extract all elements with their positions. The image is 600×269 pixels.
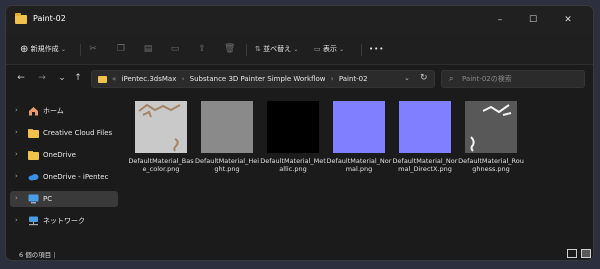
cloud-icon xyxy=(28,174,39,181)
sidebar-item-home[interactable]: › ホーム xyxy=(10,103,118,119)
sidebar-item-label: OneDrive - iPentec xyxy=(43,173,109,181)
sort-icon: ⇅ xyxy=(255,45,261,53)
toolbar-divider xyxy=(80,44,81,56)
file-name: DefaultMaterial_Normal.png xyxy=(326,157,392,173)
network-icon xyxy=(29,216,38,226)
sidebar-item-onedrive[interactable]: › OneDrive xyxy=(10,147,118,163)
sort-button-label: 並べ替え xyxy=(263,45,292,53)
command-bar: ⊕ 新規作成 ⌄ ✂ ❐ ▤ ▭ ⇪ 🗑 ⇅ 並べ替え ⌄ ▭ 表示 ⌄ ••• xyxy=(6,35,593,65)
search-input[interactable] xyxy=(462,73,580,85)
address-row: ← → ⌄ ↑ « iPentec.3dsMax › Substance 3D … xyxy=(6,66,593,92)
chevron-right-icon[interactable]: › xyxy=(15,150,18,158)
details-view-button[interactable] xyxy=(567,249,577,258)
new-button[interactable]: ⊕ 新規作成 ⌄ xyxy=(20,43,66,56)
sort-button[interactable]: ⇅ 並べ替え ⌄ xyxy=(255,43,298,56)
chevron-right-icon[interactable]: › xyxy=(15,172,18,180)
share-icon[interactable]: ⇪ xyxy=(197,44,207,54)
new-button-label: 新規作成 xyxy=(30,45,59,53)
minimize-button[interactable]: – xyxy=(493,13,507,27)
breadcrumb-item[interactable]: Paint-02 xyxy=(339,75,368,83)
chevron-down-icon: ⌄ xyxy=(293,46,299,53)
normal-directx-thumbnail xyxy=(399,101,451,153)
maximize-button[interactable]: ☐ xyxy=(526,13,540,27)
sidebar-item-pc[interactable]: › PC xyxy=(10,191,118,207)
refresh-button[interactable]: ↻ xyxy=(420,73,428,83)
file-name: DefaultMaterial_Normal_DirectX.png xyxy=(392,157,458,173)
roughness-thumbnail xyxy=(465,101,517,153)
explorer-window: Paint-02 – ☐ ✕ ⊕ 新規作成 ⌄ ✂ ❐ ▤ ▭ ⇪ 🗑 ⇅ 並べ… xyxy=(5,5,594,261)
more-button[interactable]: ••• xyxy=(369,43,384,55)
file-name: DefaultMaterial_Roughness.png xyxy=(458,157,524,173)
navigation-pane: › ホーム › Creative Cloud Files › OneDrive … xyxy=(6,93,122,243)
height-thumbnail xyxy=(201,101,253,153)
sidebar-item-creative-cloud-files[interactable]: › Creative Cloud Files xyxy=(10,125,118,141)
base-color-thumbnail xyxy=(135,101,187,153)
folder-icon xyxy=(28,151,39,160)
view-icon: ▭ xyxy=(314,45,321,53)
up-button[interactable]: ↑ xyxy=(72,72,84,84)
chevron-right-icon: › xyxy=(330,75,334,83)
sidebar-item-label: ネットワーク xyxy=(43,217,85,225)
paste-icon[interactable]: ▤ xyxy=(143,44,153,54)
overflow-chevron-icon[interactable]: « xyxy=(112,75,116,83)
copy-icon[interactable]: ❐ xyxy=(116,44,126,54)
chevron-right-icon[interactable]: › xyxy=(15,194,18,202)
rename-icon[interactable]: ▭ xyxy=(170,44,180,54)
breadcrumb-item[interactable]: Substance 3D Painter Simple Workflow xyxy=(190,75,326,83)
breadcrumb-item[interactable]: iPentec.3dsMax xyxy=(122,75,177,83)
file-name: DefaultMaterial_Metallic.png xyxy=(260,157,326,173)
plus-circle-icon: ⊕ xyxy=(20,44,29,55)
title-bar: Paint-02 – ☐ ✕ xyxy=(6,6,593,35)
breadcrumb: « iPentec.3dsMax › Substance 3D Painter … xyxy=(112,74,371,85)
delete-icon[interactable]: 🗑 xyxy=(224,44,235,54)
sidebar-item-label: PC xyxy=(43,195,53,203)
cut-icon[interactable]: ✂ xyxy=(88,44,98,54)
toolbar-divider xyxy=(246,44,247,56)
sidebar-item-label: OneDrive xyxy=(43,151,76,159)
view-button-label: 表示 xyxy=(322,45,337,53)
address-dropdown-button[interactable]: ⌄ xyxy=(404,74,410,82)
window-title: Paint-02 xyxy=(33,14,66,23)
large-icons-view-button[interactable] xyxy=(581,249,591,258)
folder-icon xyxy=(98,76,107,83)
recent-dropdown-button[interactable]: ⌄ xyxy=(56,72,68,84)
chevron-right-icon: › xyxy=(181,75,185,83)
chevron-right-icon[interactable]: › xyxy=(15,106,18,114)
sidebar-item-onedrive-ipentec[interactable]: › OneDrive - iPentec xyxy=(10,169,118,185)
chevron-down-icon: ⌄ xyxy=(339,46,345,53)
file-list: DefaultMaterial_Base_color.png DefaultMa… xyxy=(126,93,593,243)
file-name: DefaultMaterial_Height.png xyxy=(194,157,260,173)
status-bar: 6 個の項目 | xyxy=(6,245,593,260)
back-button[interactable]: ← xyxy=(15,72,27,84)
close-button[interactable]: ✕ xyxy=(561,13,575,27)
folder-icon xyxy=(15,13,27,24)
pc-icon xyxy=(28,194,39,204)
chevron-down-icon: ⌄ xyxy=(60,46,66,53)
chevron-right-icon[interactable]: › xyxy=(15,216,18,224)
sidebar-item-label: Creative Cloud Files xyxy=(43,129,113,137)
sidebar-item-network[interactable]: › ネットワーク xyxy=(10,213,118,229)
home-icon xyxy=(29,107,38,116)
folder-icon xyxy=(28,129,39,138)
toolbar-divider xyxy=(361,44,362,56)
address-bar[interactable]: « iPentec.3dsMax › Substance 3D Painter … xyxy=(91,70,435,88)
item-count: 6 個の項目 | xyxy=(19,251,56,259)
search-box[interactable]: ⌕ xyxy=(441,70,585,88)
file-name: DefaultMaterial_Base_color.png xyxy=(128,157,194,173)
chevron-right-icon[interactable]: › xyxy=(15,128,18,136)
forward-button[interactable]: → xyxy=(36,72,48,84)
sidebar-item-label: ホーム xyxy=(43,107,64,115)
normal-thumbnail xyxy=(333,101,385,153)
metallic-thumbnail xyxy=(267,101,319,153)
search-icon: ⌕ xyxy=(449,74,454,83)
view-button[interactable]: ▭ 表示 ⌄ xyxy=(314,43,344,56)
